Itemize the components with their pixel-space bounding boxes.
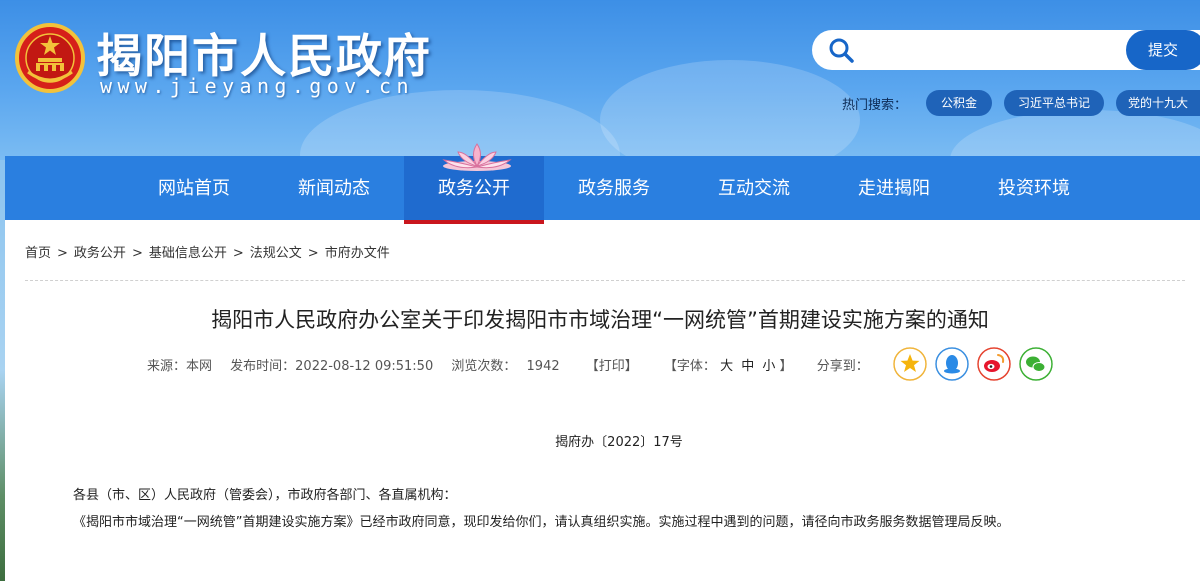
article-paragraph: 《揭阳市市域治理“一网统管”首期建设实施方案》已经市政府同意，现印发给你们，请认… xyxy=(73,515,1010,530)
article-meta: 来源：本网 发布时间：2022-08-12 09:51:50 浏览次数： 194… xyxy=(147,355,883,374)
print-button[interactable]: 【打印】 xyxy=(586,359,638,374)
search-submit-button[interactable]: 提交 xyxy=(1126,30,1200,70)
font-size-medium-button[interactable]: 中 xyxy=(741,359,754,374)
nav-item-interaction[interactable]: 互动交流 xyxy=(684,156,824,220)
decorative-side-strip xyxy=(0,160,5,581)
active-nav-indicator xyxy=(404,220,544,224)
views-count: 1942 xyxy=(526,359,560,374)
search-input[interactable] xyxy=(864,36,1114,64)
document-number: 揭府办〔2022〕17号 xyxy=(555,435,683,450)
weibo-icon[interactable] xyxy=(977,347,1011,381)
breadcrumb-separator: > xyxy=(57,246,68,261)
views-label: 浏览次数： xyxy=(451,359,517,374)
nav-item-news[interactable]: 新闻动态 xyxy=(264,156,404,220)
breadcrumb-link-city-office-docs[interactable]: 市府办文件 xyxy=(325,246,390,261)
share-label: 分享到： xyxy=(816,359,869,374)
wechat-icon[interactable] xyxy=(1019,347,1053,381)
lotus-ornament-icon xyxy=(442,143,512,171)
article-title: 揭阳市人民政府办公室关于印发揭阳市市域治理“一网统管”首期建设实施方案的通知 xyxy=(211,308,989,332)
breadcrumb-separator: > xyxy=(232,246,244,261)
nav-item-services[interactable]: 政务服务 xyxy=(544,156,684,220)
breadcrumb: 首页 > 政务公开 > 基础信息公开 > 法规公文 > 市府办文件 xyxy=(25,242,390,261)
site-url: www.jieyang.gov.cn xyxy=(100,74,414,98)
qq-penguin-icon[interactable] xyxy=(935,347,969,381)
nav-item-investment[interactable]: 投资环境 xyxy=(964,156,1104,220)
publish-time: 发布时间：2022-08-12 09:51:50 xyxy=(230,359,434,374)
background-cloud xyxy=(600,60,860,160)
site-header: 揭阳市人民政府 www.jieyang.gov.cn 提交 热门搜索： 公积金 … xyxy=(0,0,1200,160)
background-cloud xyxy=(950,110,1200,160)
qzone-star-icon[interactable] xyxy=(893,347,927,381)
article-paragraph: 各县（市、区）人民政府（管委会），市政府各部门、各直属机构： xyxy=(73,488,457,503)
breadcrumb-link-regulations[interactable]: 法规公文 xyxy=(250,246,302,261)
hot-search-tag[interactable]: 习近平总书记 xyxy=(1004,90,1104,116)
nav-item-home[interactable]: 网站首页 xyxy=(124,156,264,220)
search-icon[interactable] xyxy=(828,37,854,63)
national-emblem-icon[interactable] xyxy=(14,22,86,94)
breadcrumb-link-basic-info[interactable]: 基础信息公开 xyxy=(149,246,227,261)
main-nav: 网站首页 新闻动态 政务公开 政务服务 互动交流 走进揭阳 投资环境 xyxy=(5,156,1200,224)
font-size-label-close: 】 xyxy=(779,359,793,374)
divider xyxy=(25,280,1185,281)
hot-search-label: 热门搜索： xyxy=(842,98,908,113)
hot-search-tag[interactable]: 党的十九大 xyxy=(1116,90,1200,116)
nav-item-about-jieyang[interactable]: 走进揭阳 xyxy=(824,156,964,220)
font-size-label: 【字体： xyxy=(663,359,716,374)
breadcrumb-separator: > xyxy=(131,246,143,261)
font-size-small-button[interactable]: 小 xyxy=(762,359,775,374)
breadcrumb-link-home[interactable]: 首页 xyxy=(25,246,51,261)
font-size-large-button[interactable]: 大 xyxy=(720,359,733,374)
nav-item-label: 政务公开 xyxy=(438,178,510,199)
hot-search-tag[interactable]: 公积金 xyxy=(926,90,992,116)
breadcrumb-link-gov-affairs[interactable]: 政务公开 xyxy=(74,246,126,261)
breadcrumb-separator: > xyxy=(307,246,319,261)
article-source: 来源：本网 xyxy=(147,359,213,374)
